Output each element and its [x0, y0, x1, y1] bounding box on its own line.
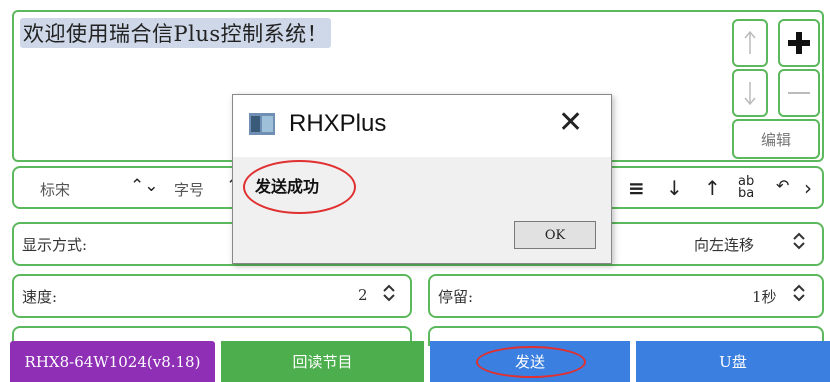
font-spin-icon[interactable]: ⌃⌄ [130, 176, 159, 196]
app-icon [249, 113, 275, 135]
arrow-up-icon [744, 30, 756, 54]
editor-text[interactable]: 欢迎使用瑞合信Plus控制系统！ [20, 18, 332, 48]
device-button[interactable]: RHX8-64W1024(v8.18) [10, 341, 215, 382]
remove-button[interactable] [778, 69, 820, 117]
add-button[interactable] [778, 19, 820, 67]
readback-button[interactable]: 回读节目 [221, 341, 424, 382]
edit-button[interactable]: 编辑 [732, 119, 820, 159]
undo-icon[interactable]: ↶ [776, 176, 789, 195]
stay-spin-icon[interactable] [792, 283, 806, 308]
minus-icon [788, 92, 810, 94]
udisk-button[interactable]: U盘 [636, 341, 830, 382]
align-justify-icon[interactable]: ≡ [628, 176, 645, 200]
dialog-titlebar: RHXPlus ✕ [233, 95, 611, 157]
display-mode-value[interactable]: 向左连移 [694, 234, 754, 255]
dialog-title: RHXPlus [289, 110, 387, 137]
speed-spin-icon[interactable] [382, 283, 396, 308]
font-select[interactable]: 标宋 [40, 179, 70, 200]
stay-value[interactable]: 1秒 [752, 286, 777, 307]
message-annotation-circle [243, 160, 356, 214]
swap-case-icon[interactable]: ab ba [738, 175, 754, 200]
speed-value[interactable]: 2 [358, 286, 368, 304]
display-mode-label: 显示方式: [22, 236, 88, 254]
stay-label: 停留: [438, 288, 474, 306]
send-annotation-circle [476, 346, 586, 378]
display-mode-spin-icon[interactable] [792, 231, 806, 256]
speed-label: 速度: [22, 288, 58, 306]
arrow-up-icon[interactable]: ↑ [704, 176, 721, 200]
stay-spinner[interactable]: 停留: 1秒 [428, 274, 824, 318]
arrow-down-icon[interactable]: ↓ [666, 176, 683, 200]
arrow-down-icon [744, 82, 756, 106]
chevron-right-icon[interactable]: › [804, 176, 812, 200]
close-icon[interactable]: ✕ [558, 105, 583, 140]
speed-spinner[interactable]: 速度: 2 [12, 274, 412, 318]
move-up-button[interactable] [732, 19, 768, 67]
font-size-label: 字号 [174, 181, 205, 199]
ok-button[interactable]: OK [514, 221, 596, 249]
plus-icon [788, 32, 810, 54]
move-down-button[interactable] [732, 69, 768, 117]
